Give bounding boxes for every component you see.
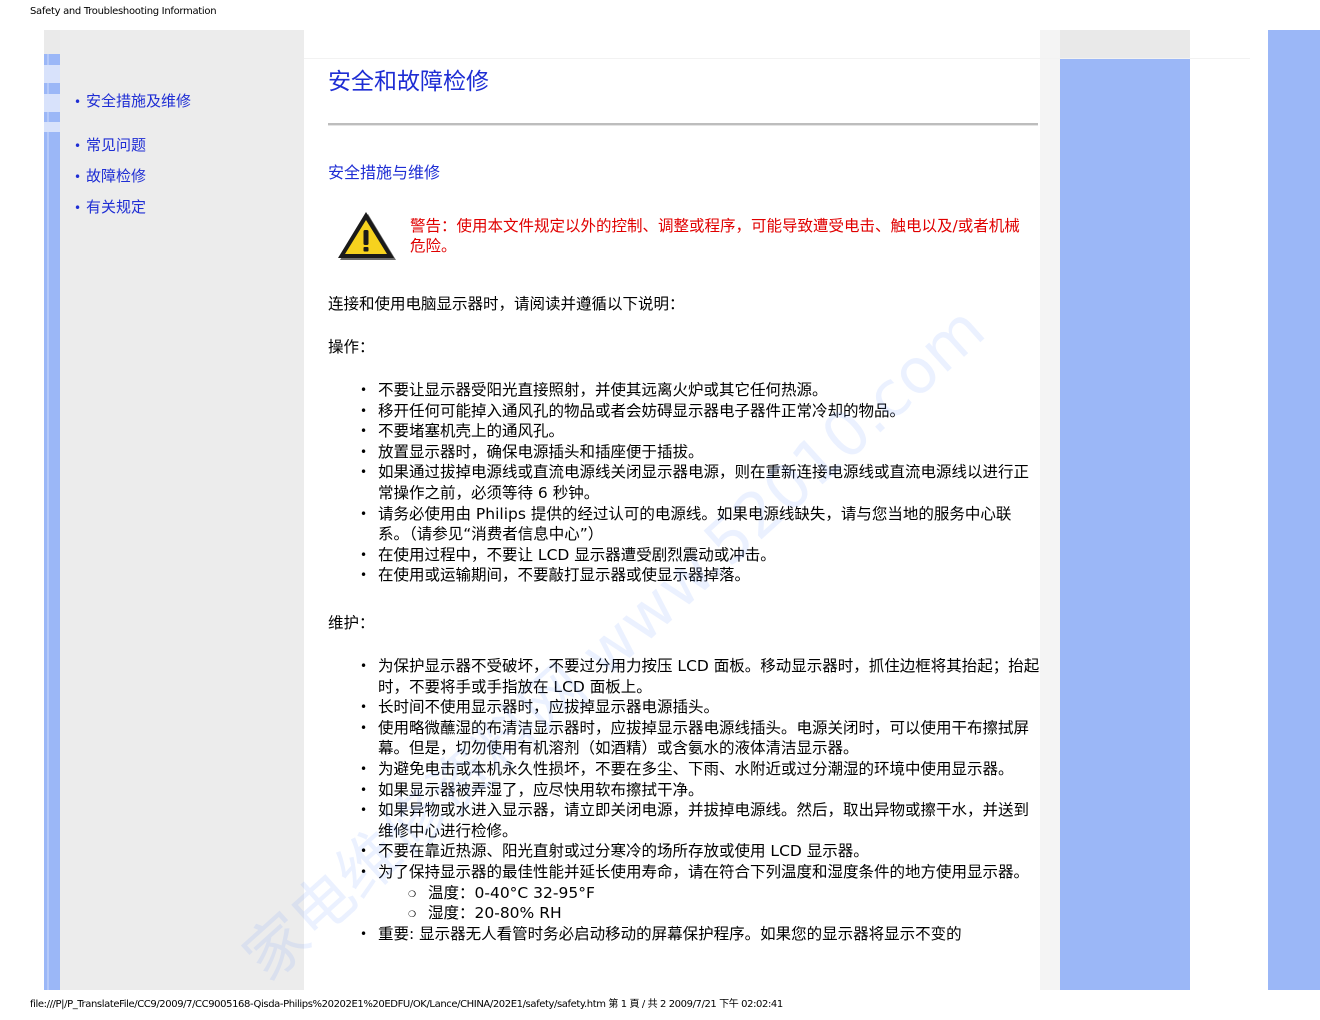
list-item: 长时间不使用显示器时，应拔掉显示器电源插头。 [360,697,1040,718]
sidebar-item-troubleshooting[interactable]: • 故障检修 [74,165,146,186]
list-item-text: 为了保持显示器的最佳性能并延长使用寿命，请在符合下列温度和湿度条件的地方使用显示… [378,862,1030,881]
strip-tab [44,122,60,132]
maintenance-heading: 维护： [328,614,375,632]
top-rule [304,58,1250,59]
sidebar: • 安全措施及维修 • 常见问题 • 故障检修 • 有关规定 [60,30,304,990]
conditions-list: 温度：0-40°C 32-95°F 湿度：20-80% RH [378,883,1040,926]
sidebar-item-label[interactable]: 有关规定 [86,198,146,216]
strip-tab [44,30,60,54]
right-band-top [1060,30,1190,59]
strip-tab [44,94,60,112]
operation-list: 不要让显示器受阳光直接照射，并使其远离火炉或其它任何热源。 移开任何可能掉入通风… [360,380,1040,586]
page-title: 安全和故障检修 [328,69,489,95]
list-item: 放置显示器时，确保电源插头和插座便于插拔。 [360,442,1040,463]
list-item: 请务必使用由 Philips 提供的经过认可的电源线。如果电源线缺失，请与您当地… [360,504,1040,545]
condition-item: 湿度：20-80% RH [408,903,1040,925]
warning-text: 警告：使用本文件规定以外的控制、调整或程序，可能导致遭受电击、触电以及/或者机械… [410,217,1020,255]
list-item: 如果异物或水进入显示器，请立即关闭电源，并拔掉电源线。然后，取出异物或擦干水，并… [360,800,1040,841]
list-item: 为保护显示器不受破坏，不要过分用力按压 LCD 面板。移动显示器时，抓住边框将其… [360,656,1040,697]
print-footer: file:///P|/P_TranslateFile/CC9/2009/7/CC… [30,999,783,1010]
list-item: 如果通过拔掉电源线或直流电源线关闭显示器电源，则在重新连接电源线或直流电源线以进… [360,462,1040,503]
right-edge-band [1268,30,1320,990]
list-item: 不要让显示器受阳光直接照射，并使其远离火炉或其它任何热源。 [360,380,1040,401]
list-item: 移开任何可能掉入通风孔的物品或者会妨碍显示器电子器件正常冷却的物品。 [360,401,1040,422]
right-blue-band [1060,30,1190,990]
section-title: 安全措施与维修 [328,163,441,182]
list-item: 在使用过程中，不要让 LCD 显示器遭受剧烈震动或冲击。 [360,545,1040,566]
right-gray-band [1040,30,1060,990]
title-divider [328,123,1038,126]
list-item: 如果显示器被弄湿了，应尽快用软布擦拭干净。 [360,780,1040,801]
left-strip [44,30,60,990]
sidebar-item-regulatory[interactable]: • 有关规定 [74,196,146,217]
maintenance-list: 为保护显示器不受破坏，不要过分用力按压 LCD 面板。移动显示器时，抓住边框将其… [360,656,1040,944]
print-header: Safety and Troubleshooting Information [30,6,217,17]
list-item: 为了保持显示器的最佳性能并延长使用寿命，请在符合下列温度和湿度条件的地方使用显示… [360,862,1040,926]
sidebar-item-safety[interactable]: • 安全措施及维修 [74,90,191,111]
warning-triangle-icon [338,212,396,260]
strip-line [47,30,49,990]
intro-text: 连接和使用电脑显示器时，请阅读并遵循以下说明： [328,295,685,313]
condition-item: 温度：0-40°C 32-95°F [408,883,1040,905]
sidebar-item-faq[interactable]: • 常见问题 [74,134,146,155]
sidebar-item-label[interactable]: 故障检修 [86,167,146,185]
strip-tab [44,65,60,83]
list-item: 为避免电击或本机永久性损坏，不要在多尘、下雨、水附近或过分潮湿的环境中使用显示器… [360,759,1040,780]
list-item: 在使用或运输期间，不要敲打显示器或使显示器掉落。 [360,565,1040,586]
right-gap [1190,30,1268,990]
list-item: 不要在靠近热源、阳光直射或过分寒冷的场所存放或使用 LCD 显示器。 [360,841,1040,862]
list-item: 重要: 显示器无人看管时务必启动移动的屏幕保护程序。如果您的显示器将显示不变的 [360,924,1040,945]
sidebar-item-label[interactable]: 常见问题 [86,136,146,154]
sidebar-item-label[interactable]: 安全措施及维修 [86,92,191,110]
list-item: 不要堵塞机壳上的通风孔。 [360,421,1040,442]
list-item: 使用略微蘸湿的布清洁显示器时，应拔掉显示器电源线插头。电源关闭时，可以使用干布擦… [360,718,1040,759]
operation-heading: 操作： [328,338,375,356]
